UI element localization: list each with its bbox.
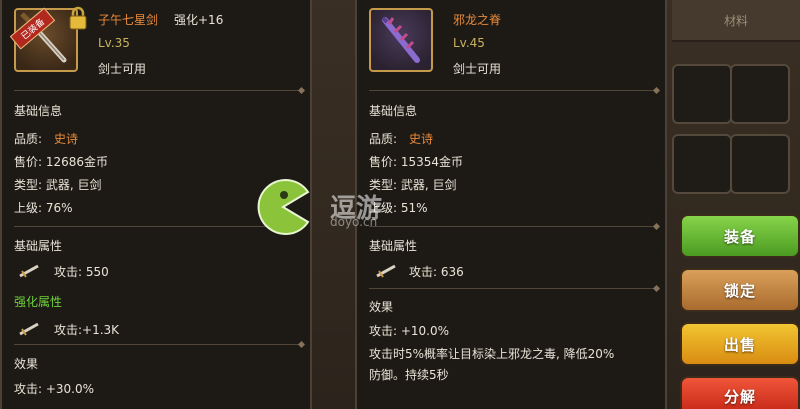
quality-value: 史诗 — [409, 132, 434, 146]
effect-line: 攻击时5%概率让目标染上邪龙之毒, 降低20% — [369, 347, 615, 361]
divider — [14, 90, 300, 91]
attack-icon — [19, 322, 39, 336]
item-type: 类型: 武器, 巨剑 — [14, 178, 102, 192]
upgrade-progress: 上级: 76% — [14, 201, 73, 215]
inventory-slot[interactable] — [730, 64, 790, 124]
inventory-slot[interactable] — [672, 134, 732, 194]
section-title-effect: 效果 — [369, 300, 394, 314]
effect-line: 攻击: +10.0% — [369, 324, 450, 338]
divider — [369, 90, 655, 91]
decompose-button[interactable]: 分解 — [680, 376, 800, 409]
lock-button[interactable]: 锁定 — [680, 268, 800, 312]
sell-button[interactable]: 出售 — [680, 322, 800, 366]
sell-price: 售价: 12686金币 — [14, 155, 109, 169]
attack-value: 攻击: 636 — [409, 265, 464, 279]
class-requirement: 剑士可用 — [453, 62, 502, 76]
item-detail-panel-compare: 邪龙之脊 Lv.45 剑士可用 基础信息 品质: 史诗 售价: 15354金币 … — [355, 0, 667, 409]
item-name: 子午七星剑 — [98, 13, 159, 27]
enhance-level: 强化+16 — [174, 13, 224, 27]
enhance-attack-value: 攻击:+1.3K — [54, 323, 120, 337]
item-slot-equipped: 已装备 — [9, 6, 87, 72]
class-requirement: 剑士可用 — [98, 62, 147, 76]
divider — [14, 344, 300, 345]
attack-icon — [376, 264, 396, 278]
section-title-basic-info: 基础信息 — [14, 104, 63, 118]
section-title-basic-info: 基础信息 — [369, 104, 418, 118]
sell-price: 售价: 15354金币 — [369, 155, 464, 169]
tab-material[interactable]: 材料 — [672, 0, 800, 42]
item-type: 类型: 武器, 巨剑 — [369, 178, 457, 192]
section-title-base-attributes: 基础属性 — [14, 239, 63, 253]
divider — [369, 226, 655, 227]
item-name: 邪龙之脊 — [453, 13, 502, 27]
quality-label: 品质: — [369, 132, 398, 146]
divider — [369, 288, 655, 289]
effect-line: 防御。持续5秒 — [369, 368, 449, 382]
inventory-slot[interactable] — [730, 134, 790, 194]
attack-value: 攻击: 550 — [54, 265, 109, 279]
item-slot-compare — [369, 8, 433, 72]
quality-label: 品质: — [14, 132, 43, 146]
watermark-logo-icon — [257, 179, 310, 235]
section-title-base-attributes: 基础属性 — [369, 239, 418, 253]
item-level: Lv.45 — [453, 36, 485, 50]
watermark-subtext: doyo.cn — [330, 215, 378, 229]
equip-button[interactable]: 装备 — [680, 214, 800, 258]
item-level: Lv.35 — [98, 36, 130, 50]
inventory-slot[interactable] — [672, 64, 732, 124]
effect-line: 攻击: +30.0% — [14, 382, 95, 396]
lock-icon — [69, 6, 87, 30]
attack-icon — [19, 264, 39, 278]
section-title-enhance-attributes: 强化属性 — [14, 295, 63, 309]
dragon-sword-icon — [381, 16, 420, 63]
quality-value: 史诗 — [54, 132, 79, 146]
section-title-effect: 效果 — [14, 357, 39, 371]
